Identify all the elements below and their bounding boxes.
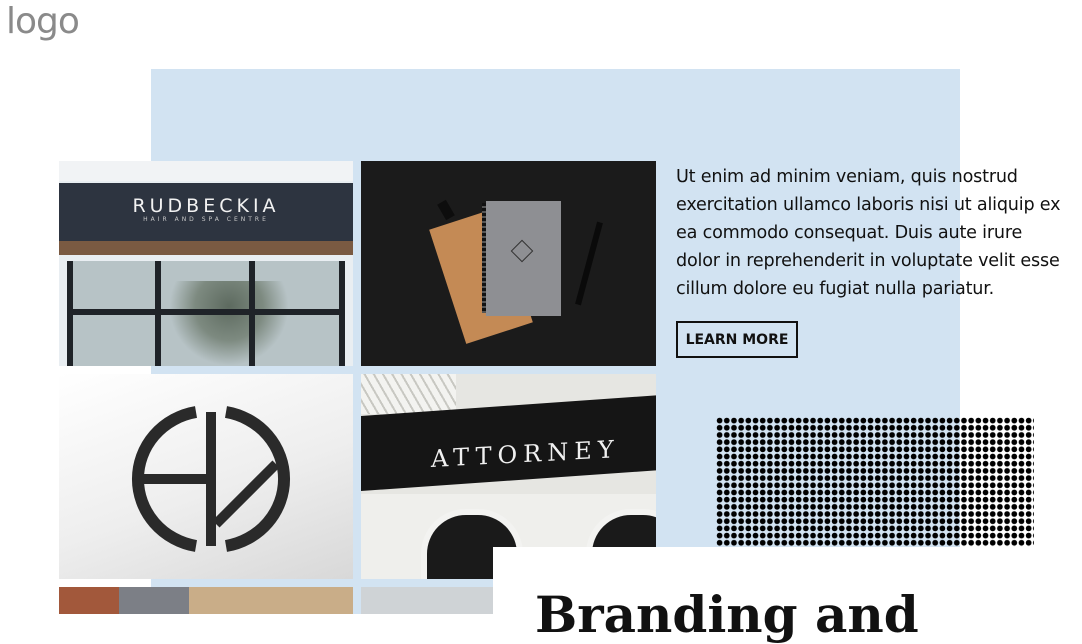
palm-reflection [169, 281, 289, 366]
branding-card: Branding and [493, 547, 1082, 644]
store-sign-subtext: HAIR AND SPA CENTRE [143, 216, 269, 223]
pen [575, 221, 603, 306]
feature-description: Ut enim ad minim veniam, quis nostrud ex… [676, 167, 1061, 299]
learn-more-button[interactable]: LEARN MORE [676, 321, 798, 358]
card-title: Branding and [535, 585, 919, 644]
gallery-image-storefront[interactable]: RUDBECKIA HAIR AND SPA CENTRE [59, 161, 353, 366]
ep-monogram-icon [132, 406, 290, 552]
gallery-image-notebook[interactable] [361, 161, 656, 366]
building-facade [59, 161, 353, 181]
store-sign-text: RUDBECKIA [132, 195, 280, 217]
lattice-screen [361, 374, 456, 414]
notebook-spiral [482, 203, 486, 313]
window-frame [67, 309, 345, 315]
awning [59, 241, 353, 255]
image-fragment [59, 587, 119, 614]
gallery-image-ep-logo[interactable] [59, 374, 353, 579]
site-logo[interactable]: logo [6, 4, 80, 40]
dot-pattern-decoration [716, 417, 1034, 547]
image-fragment [189, 587, 353, 614]
gallery-image-partial[interactable] [361, 587, 493, 614]
binder-clip [437, 199, 455, 221]
gallery-image-partial[interactable] [59, 587, 353, 614]
